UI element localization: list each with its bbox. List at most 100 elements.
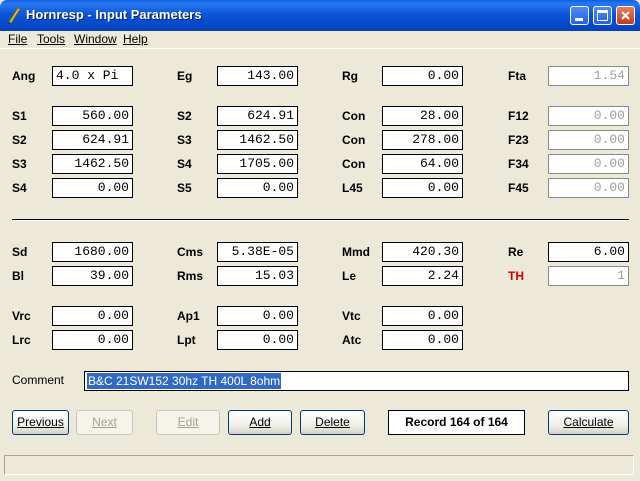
field-f34: 0.00 (548, 154, 629, 174)
field-s1[interactable]: 560.00 (52, 106, 133, 126)
add-button[interactable]: Add (228, 410, 292, 435)
field-ang[interactable]: 4.0 x Pi (52, 66, 133, 86)
field-rg[interactable]: 0.00 (382, 66, 463, 86)
label-s2-col1: S2 (12, 133, 27, 147)
field-ap1[interactable]: 0.00 (217, 306, 298, 326)
status-bar (4, 455, 634, 475)
label-mmd: Mmd (342, 245, 370, 259)
next-button[interactable]: Next (76, 410, 133, 435)
field-con3[interactable]: 64.00 (382, 154, 463, 174)
label-rms: Rms (177, 269, 204, 283)
label-s3-col2: S3 (177, 133, 192, 147)
label-eg: Eg (177, 69, 193, 83)
field-f23: 0.00 (548, 130, 629, 150)
label-sd: Sd (12, 245, 28, 259)
next-label: Next (92, 415, 117, 429)
label-f12: F12 (508, 109, 529, 123)
label-f34: F34 (508, 157, 529, 171)
label-f45: F45 (508, 181, 529, 195)
title-bar[interactable]: Hornresp - Input Parameters (0, 0, 640, 31)
field-fta: 1.54 (548, 66, 629, 86)
maximize-icon (597, 10, 608, 21)
field-cms[interactable]: 5.38E-05 (217, 242, 298, 262)
record-indicator: Record 164 of 164 (388, 410, 525, 435)
label-con2: Con (342, 133, 366, 147)
field-s4-col1[interactable]: 0.00 (52, 178, 133, 198)
field-vrc[interactable]: 0.00 (52, 306, 133, 326)
label-ang: Ang (12, 69, 36, 83)
delete-label: Delete (315, 415, 350, 429)
label-s3-col1: S3 (12, 157, 27, 171)
field-re[interactable]: 6.00 (548, 242, 629, 262)
delete-button[interactable]: Delete (300, 410, 365, 435)
label-atc: Atc (342, 333, 362, 347)
calculate-button[interactable]: Calculate (548, 410, 629, 435)
field-lrc[interactable]: 0.00 (52, 330, 133, 350)
add-label: Add (249, 415, 271, 429)
label-f23: F23 (508, 133, 529, 147)
label-s5: S5 (177, 181, 192, 195)
label-s2-col2: S2 (177, 109, 192, 123)
menu-bar: File Tools Window Help (0, 31, 640, 48)
field-con2[interactable]: 278.00 (382, 130, 463, 150)
minimize-button[interactable] (570, 6, 589, 25)
close-button[interactable] (616, 6, 635, 25)
label-comment: Comment (12, 373, 65, 387)
edit-button[interactable]: Edit (156, 410, 220, 435)
field-bl[interactable]: 39.00 (52, 266, 133, 286)
calculate-label: Calculate (563, 415, 614, 429)
field-f12: 0.00 (548, 106, 629, 126)
comment-field[interactable]: B&C 21SW152 30hz TH 400L 8ohm (84, 371, 629, 391)
menu-file-label: File (8, 32, 28, 46)
label-le: Le (342, 269, 357, 283)
field-l45[interactable]: 0.00 (382, 178, 463, 198)
label-vtc: Vtc (342, 309, 361, 323)
comment-text: B&C 21SW152 30hz TH 400L 8ohm (87, 373, 282, 389)
menu-window[interactable]: Window (74, 31, 117, 48)
menu-help[interactable]: Help (123, 31, 148, 48)
field-rms[interactable]: 15.03 (217, 266, 298, 286)
label-lpt: Lpt (177, 333, 196, 347)
label-s4-col1: S4 (12, 181, 27, 195)
section-divider (12, 219, 629, 221)
menu-help-label: Help (123, 32, 148, 46)
field-con1[interactable]: 28.00 (382, 106, 463, 126)
field-eg[interactable]: 143.00 (217, 66, 298, 86)
minimize-icon (575, 18, 583, 21)
label-con3: Con (342, 157, 366, 171)
field-sd[interactable]: 1680.00 (52, 242, 133, 262)
field-vtc[interactable]: 0.00 (382, 306, 463, 326)
menu-file[interactable]: File (8, 31, 27, 48)
maximize-button[interactable] (593, 6, 612, 25)
close-icon (621, 11, 630, 20)
field-th: 1 (548, 266, 629, 286)
field-lpt[interactable]: 0.00 (217, 330, 298, 350)
label-fta: Fta (508, 69, 526, 83)
menu-window-label: Window (74, 32, 117, 46)
app-icon (8, 7, 21, 24)
field-s3-col1[interactable]: 1462.50 (52, 154, 133, 174)
previous-button[interactable]: Previous (12, 410, 69, 435)
field-le[interactable]: 2.24 (382, 266, 463, 286)
label-rg: Rg (342, 69, 358, 83)
label-ap1: Ap1 (177, 309, 200, 323)
field-f45: 0.00 (548, 178, 629, 198)
menu-tools[interactable]: Tools (37, 31, 65, 48)
label-con1: Con (342, 109, 366, 123)
field-s4-col2[interactable]: 1705.00 (217, 154, 298, 174)
field-s3-col2[interactable]: 1462.50 (217, 130, 298, 150)
window-title: Hornresp - Input Parameters (26, 7, 202, 22)
field-s5[interactable]: 0.00 (217, 178, 298, 198)
label-l45: L45 (342, 181, 363, 195)
field-atc[interactable]: 0.00 (382, 330, 463, 350)
field-s2-col2[interactable]: 624.91 (217, 106, 298, 126)
field-mmd[interactable]: 420.30 (382, 242, 463, 262)
label-lrc: Lrc (12, 333, 31, 347)
label-bl: Bl (12, 269, 24, 283)
label-vrc: Vrc (12, 309, 31, 323)
label-cms: Cms (177, 245, 204, 259)
label-th: TH (508, 269, 524, 283)
field-s2-col1[interactable]: 624.91 (52, 130, 133, 150)
label-s4-col2: S4 (177, 157, 192, 171)
edit-label: Edit (177, 415, 199, 429)
